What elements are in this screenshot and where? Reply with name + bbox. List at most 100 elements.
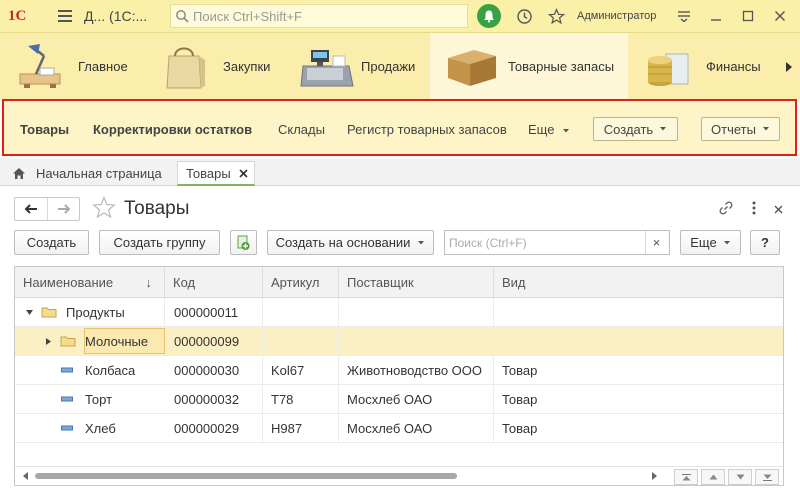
section-finance[interactable]: Финансы [628,33,778,100]
create-menu-button[interactable]: Создать [593,117,678,141]
function-panel: Товары Корректировки остатков Склады Рег… [2,99,797,156]
column-title: Вид [502,275,526,290]
forward-arrow-icon[interactable] [47,198,79,220]
cell-code: 000000011 [174,298,263,326]
table-row[interactable]: Торт 000000032 Т78 Мосхлеб ОАО Товар [15,385,783,414]
help-button[interactable]: ? [750,230,780,255]
more-button[interactable]: Еще [680,230,741,255]
form-title: Товары [124,198,190,219]
back-arrow-icon[interactable] [15,198,47,220]
list-position-buttons [674,469,779,485]
nav-link-warehouses[interactable]: Склады [278,122,325,137]
create-button[interactable]: Создать [14,230,89,255]
table-row-selected[interactable]: Молочные 000000099 [15,327,783,356]
table-row[interactable]: Колбаса 000000030 Kol67 Животноводство О… [15,356,783,385]
list-search: × [444,230,670,255]
table-row[interactable]: Продукты 000000011 [15,298,783,327]
scroll-track [35,473,665,479]
form-header: Товары [14,195,789,222]
add-to-favorites-star-icon[interactable] [92,195,116,222]
section-label: Товарные запасы [508,59,615,74]
horizontal-scrollbar[interactable] [15,466,783,485]
section-label: Закупки [223,59,271,74]
page-up-icon[interactable] [701,469,725,485]
scroll-thumb[interactable] [35,473,457,479]
app-logo: 1С [8,7,27,24]
current-user[interactable]: Администратор [577,10,656,22]
section-label: Финансы [706,59,761,74]
close-tab-icon[interactable] [239,168,248,178]
cell-article: Н987 [271,414,339,442]
section-sales[interactable]: Продажи [283,33,430,100]
table-header: Наименование ↓ Код Артикул Поставщик Вид [15,267,783,298]
favorites-star-icon[interactable] [547,7,565,25]
link-icon[interactable] [718,200,734,219]
section-main[interactable]: Главное [0,33,145,100]
section-purchases[interactable]: Закупки [145,33,283,100]
global-search-placeholder: Поиск Ctrl+Shift+F [193,8,302,24]
chevron-down-icon [418,240,425,244]
function-panel-more[interactable]: Еще [528,122,570,137]
global-search-input[interactable]: Поиск Ctrl+Shift+F [170,4,468,28]
go-to-bottom-icon[interactable] [755,469,779,485]
maximize-icon[interactable] [732,0,764,33]
clear-search-icon[interactable]: × [645,231,667,254]
cell-article: Kol67 [271,356,339,384]
chevron-down-icon [762,127,769,131]
nav-link-goods[interactable]: Товары [20,122,69,137]
page-down-icon[interactable] [728,469,752,485]
folder-icon [41,298,57,326]
cell-supplier: Мосхлеб ОАО [347,414,494,442]
column-header-code[interactable]: Код [165,267,263,298]
folder-icon [60,327,76,355]
cell-supplier: Мосхлеб ОАО [347,385,494,413]
create-group-button[interactable]: Создать группу [99,230,220,255]
collapsed-triangle-icon[interactable] [45,327,52,355]
history-icon[interactable] [515,7,533,25]
item-dash-icon [61,414,73,442]
cell-article: Т78 [271,385,339,413]
go-to-top-icon[interactable] [674,469,698,485]
scroll-left-icon[interactable] [23,472,29,480]
column-title: Код [173,275,196,290]
column-header-article[interactable]: Артикул [263,267,339,298]
column-header-supplier[interactable]: Поставщик [339,267,494,298]
cell-article [271,298,339,326]
scroll-right-icon[interactable] [651,472,657,480]
create-based-on-button[interactable]: Создать на основании [267,230,434,255]
section-label: Главное [78,59,128,74]
column-title: Наименование [23,275,114,290]
more-actions-vertical-icon[interactable] [752,201,756,218]
nav-link-stock-adjustments[interactable]: Корректировки остатков [93,122,252,137]
copy-green-icon[interactable] [230,230,257,255]
column-header-kind[interactable]: Вид [494,267,783,298]
tab-goods[interactable]: Товары [177,161,255,186]
cell-name: Колбаса [85,362,136,378]
close-form-icon[interactable] [774,202,783,217]
main-menu-icon[interactable] [58,10,72,22]
coins-icon [642,42,694,92]
chevron-down-icon [563,129,570,133]
sections-scroll-right-icon[interactable] [778,33,800,100]
nav-link-stock-register[interactable]: Регистр товарных запасов [347,122,507,137]
cash-register-icon [297,42,354,92]
table-row[interactable]: Хлеб 000000029 Н987 Мосхлеб ОАО Товар [15,414,783,443]
reports-menu-button[interactable]: Отчеты [701,117,780,141]
sort-arrow-icon: ↓ [145,275,153,290]
minimize-icon[interactable] [700,0,732,33]
tab-home[interactable]: Начальная страница [12,161,162,186]
section-inventory[interactable]: Товарные запасы [430,33,628,100]
cell-kind: Товар [502,420,538,436]
close-window-icon[interactable] [764,0,796,33]
cell-name: Хлеб [85,420,116,436]
list-search-input[interactable] [445,235,645,250]
column-header-name[interactable]: Наименование ↓ [15,267,165,298]
cell-code: 000000099 [174,327,263,355]
expanded-triangle-icon[interactable] [25,298,34,326]
notifications-bell-icon[interactable] [477,4,501,28]
cell-supplier [347,327,494,355]
cell-kind: Товар [502,362,538,378]
settings-menu-icon[interactable] [668,0,700,33]
cell-supplier: Животноводство ООО [347,356,494,384]
create-based-on-label: Создать на основании [275,235,411,250]
